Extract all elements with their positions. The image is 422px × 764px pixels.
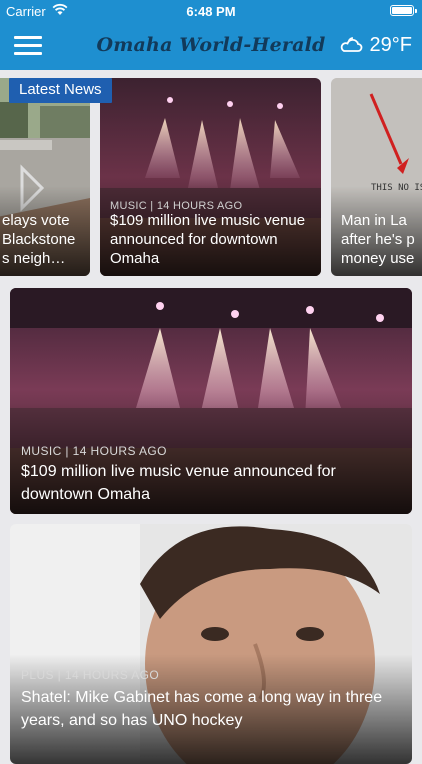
story-title[interactable]: Shatel: Mike Gabinet has come a long way… bbox=[21, 686, 400, 732]
temperature: 29°F bbox=[369, 34, 412, 56]
carousel-card[interactable]: MUSIC | 14 HOURS AGO $109 million live m… bbox=[100, 78, 321, 276]
latest-news-badge: Latest News bbox=[9, 78, 112, 103]
carousel-card[interactable]: THIS NO IS TO BE USED Man in La after he… bbox=[331, 78, 422, 276]
carousel-card-title: Man in La after he's p money use bbox=[341, 212, 415, 267]
story-card[interactable]: MUSIC | 14 HOURS AGO $109 million live m… bbox=[10, 288, 412, 514]
clock: 6:48 PM bbox=[186, 4, 236, 19]
nav-bar: Omaha World-Herald 29°F bbox=[0, 22, 422, 70]
carousel-card-title: elays vote Blackstone s neigh… bbox=[2, 212, 76, 267]
status-bar: Carrier 6:48 PM bbox=[0, 0, 422, 22]
battery-icon bbox=[390, 5, 417, 16]
app-logo[interactable]: Omaha World-Herald bbox=[96, 34, 326, 56]
latest-news-carousel[interactable]: Latest News elays vote Blackstone s neig… bbox=[0, 70, 422, 282]
hamburger-menu-icon[interactable] bbox=[14, 36, 42, 56]
carousel-card-title: $109 million live music venue announced … bbox=[110, 212, 306, 267]
story-category: MUSIC | 14 HOURS AGO bbox=[21, 444, 167, 458]
weather-widget[interactable]: 29°F bbox=[339, 33, 412, 58]
story-category: PLUS | 14 HOURS AGO bbox=[21, 668, 160, 682]
cloud-moon-icon bbox=[339, 33, 365, 58]
story-card[interactable]: PLUS | 14 HOURS AGO Shatel: Mike Gabinet… bbox=[10, 524, 412, 764]
story-title[interactable]: $109 million live music venue announced … bbox=[21, 460, 400, 506]
carousel-card[interactable]: elays vote Blackstone s neigh… bbox=[0, 78, 90, 276]
